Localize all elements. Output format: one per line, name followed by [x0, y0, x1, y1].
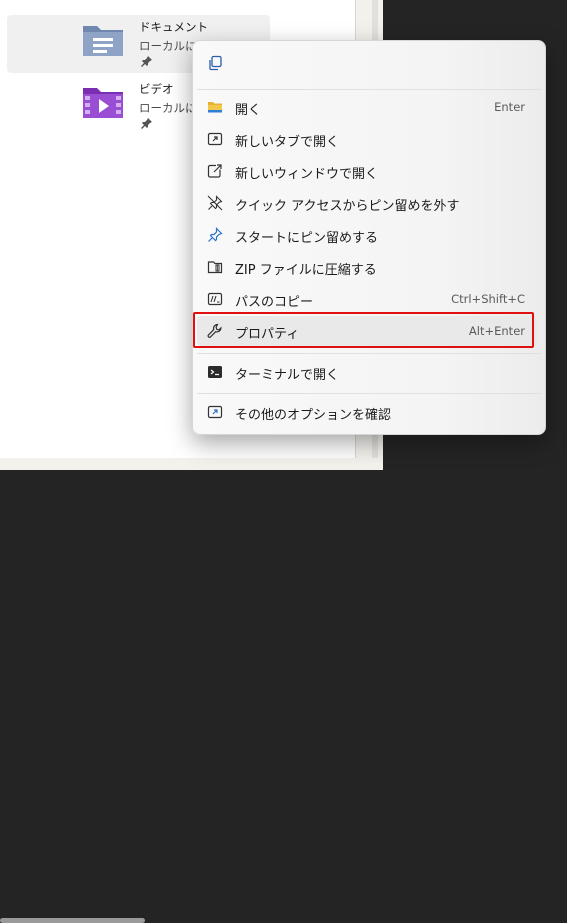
menu-divider — [197, 393, 541, 394]
menu-item-shortcut: Ctrl+Shift+C — [451, 292, 525, 306]
menu-item-label: 新しいウィンドウで開く — [235, 167, 379, 182]
documents-folder-icon — [83, 26, 123, 56]
folder-name: ビデオ — [139, 82, 174, 96]
menu-item-pin-to-start[interactable]: スタートにピン留めする — [197, 220, 537, 250]
menu-item-more-options[interactable]: その他のオプションを確認 — [197, 397, 537, 427]
window-frame-bottom — [0, 458, 382, 923]
menu-item-unpin-quick-access[interactable]: クイック アクセスからピン留めを外す — [197, 188, 537, 218]
menu-item-label: ターミナルで開く — [235, 368, 340, 383]
copy-icon[interactable] — [207, 55, 223, 71]
folder-open-icon — [208, 102, 222, 113]
new-tab-icon — [207, 132, 223, 146]
more-options-icon — [207, 405, 223, 419]
menu-item-label: クイック アクセスからピン留めを外す — [235, 199, 460, 214]
menu-divider — [197, 353, 541, 354]
menu-item-compress-zip[interactable]: ZIP ファイルに圧縮する — [197, 252, 537, 282]
menu-divider — [197, 89, 541, 90]
terminal-icon — [208, 366, 222, 378]
menu-item-label: その他のオプションを確認 — [235, 408, 392, 423]
new-window-icon — [207, 164, 222, 178]
videos-folder-icon — [83, 88, 123, 118]
menu-item-shortcut: Enter — [494, 100, 525, 114]
folder-name: ドキュメント — [139, 20, 208, 34]
menu-item-label: ZIP ファイルに圧縮する — [235, 263, 377, 278]
menu-item-label: スタートにピン留めする — [235, 231, 379, 246]
zip-icon — [207, 261, 223, 274]
menu-item-open-terminal[interactable]: ターミナルで開く — [197, 357, 537, 387]
menu-item-label: 新しいタブで開く — [235, 135, 340, 150]
menu-item-open[interactable]: 開く Enter — [197, 92, 537, 122]
menu-item-label: パスのコピー — [235, 295, 314, 310]
highlight-box — [193, 312, 534, 348]
menu-item-copy-path[interactable]: パスのコピー Ctrl+Shift+C — [197, 284, 537, 314]
horizontal-scrollbar-thumb[interactable] — [0, 918, 145, 923]
pin-icon — [208, 227, 223, 242]
copy-path-icon — [207, 292, 223, 306]
pin-icon — [141, 118, 152, 129]
pin-icon — [141, 56, 152, 67]
menu-item-label: 開く — [235, 103, 262, 118]
unpin-icon — [207, 195, 223, 211]
menu-item-open-new-tab[interactable]: 新しいタブで開く — [197, 124, 537, 154]
menu-item-open-new-window[interactable]: 新しいウィンドウで開く — [197, 156, 537, 186]
context-menu: 開く Enter 新しいタブで開く 新しいウィンドウで開く クイック アクセスか… — [192, 40, 546, 435]
